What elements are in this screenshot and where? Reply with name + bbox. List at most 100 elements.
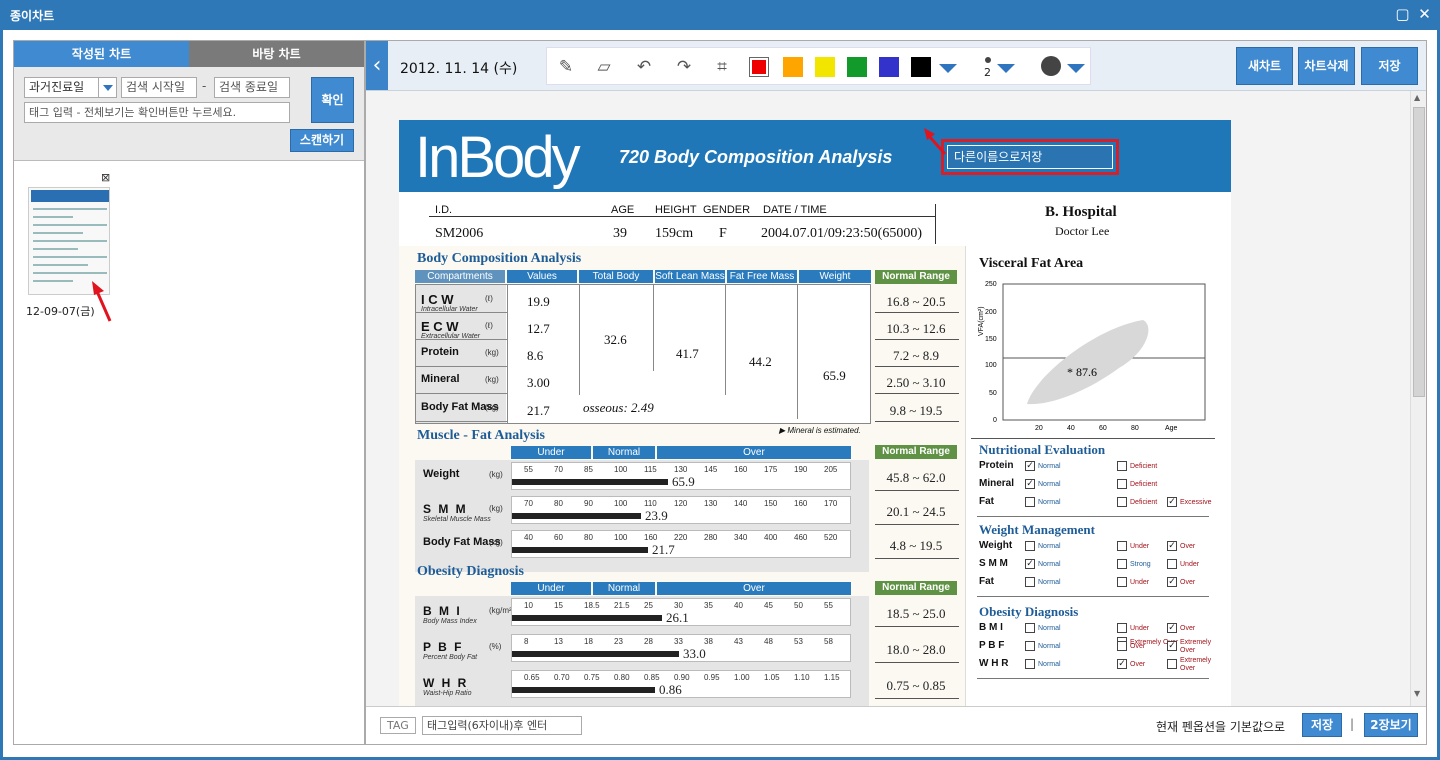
bca-row-unit: (ℓ) [485,321,493,330]
eval-checkbox[interactable] [1167,659,1177,669]
bar-scale-tick: 520 [824,533,838,542]
color-yellow-swatch[interactable] [815,57,835,77]
obesity-band-normal: Normal [593,582,655,595]
pen-icon[interactable]: ✎ [555,56,577,78]
bar-value: 23.9 [645,508,668,523]
eval-row-name: S M M [979,558,1008,569]
eval-checkbox[interactable] [1025,541,1035,551]
two-page-view-button[interactable]: 2장보기 [1364,713,1418,737]
eval-title: Weight Management [979,522,1095,537]
eval-checkbox[interactable]: ✓ [1167,623,1177,633]
bar-scale-tick: 205 [824,465,838,474]
eval-checkbox[interactable]: ✓ [1025,479,1035,489]
bar-scale-tick: 0.70 [554,673,570,682]
bar-row-name: W H R [423,676,469,690]
back-button[interactable]: ‹ [366,41,388,90]
color-green-swatch[interactable] [847,57,867,77]
bar-row-track: 70 80 90 100 110 120 130 140 150 160 170 23.9 [511,496,851,524]
date-type-select[interactable]: 과거진료일 [24,77,117,98]
eval-checkbox[interactable]: ✓ [1167,577,1177,587]
eval-checkbox[interactable] [1117,461,1127,471]
eval-checkbox[interactable]: ✓ [1167,641,1177,651]
thumbnail-close-icon[interactable]: ⊠ [101,171,110,184]
eval-checkbox[interactable] [1117,623,1127,633]
eval-checkbox[interactable] [1025,497,1035,507]
bca-divider [725,285,726,395]
search-start-date[interactable]: 검색 시작일 [121,77,197,98]
save-as-box[interactable]: 다른이름으로저장 [941,139,1119,175]
eval-checkbox[interactable] [1117,479,1127,489]
bar-scale-tick: 13 [554,637,563,646]
close-icon[interactable]: ✕ [1416,6,1433,23]
id-value: SM2006 [435,226,484,241]
confirm-button[interactable]: 확인 [311,77,354,123]
eval-checkbox[interactable] [1117,577,1127,587]
scroll-thumb[interactable] [1413,107,1425,397]
redo-icon[interactable]: ↷ [673,56,695,78]
thumbnail-date: 12-09-07(금) [26,305,95,318]
scroll-down-icon[interactable]: ▼ [1414,689,1420,698]
undo-icon[interactable]: ↶ [633,56,655,78]
eval-checkbox[interactable] [1025,641,1035,651]
eval-checkbox[interactable] [1025,659,1035,669]
vfa-divider [971,438,1215,439]
color-black-swatch[interactable] [911,57,931,77]
tag-input[interactable]: 태그입력(6자이내)후 엔터 [422,716,582,735]
eval-checkbox[interactable] [1025,623,1035,633]
bar-scale-tick: 1.00 [734,673,750,682]
window-title: 종이차트 [10,9,55,23]
tab-base-charts[interactable]: 바탕 차트 [189,41,364,67]
footer-save-button[interactable]: 저장 [1302,713,1342,737]
eval-checkbox[interactable] [1117,641,1127,651]
search-end-date[interactable]: 검색 종료일 [214,77,290,98]
chart-thumbnail[interactable] [28,187,110,295]
eval-checkbox[interactable]: ✓ [1167,541,1177,551]
pen-size-dropdown-icon[interactable] [1067,64,1085,73]
crop-icon[interactable]: ⌗ [711,56,733,78]
eval-checkbox[interactable] [1167,559,1177,569]
bar-scale-tick: 145 [704,465,718,474]
vertical-scrollbar[interactable]: ▲ ▼ [1410,91,1426,706]
delete-chart-button[interactable]: 차트삭제 [1298,47,1355,85]
eval-checkbox[interactable] [1025,577,1035,587]
color-orange-swatch[interactable] [783,57,803,77]
eval-option-label: Extremely Over [1180,657,1212,672]
arrow-pointer-icon [924,128,947,155]
eval-option-label: Extremely Over [1180,639,1212,654]
bar-scale-tick: 150 [764,499,778,508]
eval-option-label: Normal [1038,661,1061,668]
eval-checkbox[interactable] [1117,559,1127,569]
eraser-icon[interactable]: ▱ [593,56,615,78]
new-chart-button[interactable]: 새차트 [1236,47,1293,85]
color-blue-swatch[interactable] [879,57,899,77]
eval-checkbox[interactable]: ✓ [1025,559,1035,569]
chevron-down-icon[interactable] [98,78,116,97]
bca-divider [797,285,798,419]
bar-fill [512,687,655,693]
color-dropdown-icon[interactable] [939,64,957,73]
eval-row-name: Mineral [979,478,1015,489]
tag-label: TAG [380,717,416,734]
pen-size-icon [1041,56,1061,76]
tag-search-input[interactable]: 태그 입력 - 전체보기는 확인버튼만 누르세요. [24,102,290,123]
range-divider [875,698,959,699]
eval-checkbox[interactable]: ✓ [1025,461,1035,471]
eval-checkbox[interactable] [1117,497,1127,507]
scroll-up-icon[interactable]: ▲ [1414,93,1420,102]
eval-option-label: Normal [1038,561,1061,568]
bca-header-compartments: Compartments [415,270,505,283]
scan-button[interactable]: 스캔하기 [290,129,354,152]
eval-checkbox[interactable] [1117,541,1127,551]
eval-option-label: Deficient [1130,481,1158,488]
save-button[interactable]: 저장 [1361,47,1418,85]
bar-scale-tick: 80 [554,499,563,508]
maximize-icon[interactable]: ▢ [1394,6,1411,23]
line-width-dropdown-icon[interactable] [997,64,1015,73]
tab-written-charts[interactable]: 작성된 차트 [14,41,189,67]
bar-scale-tick: 110 [644,499,657,508]
eval-checkbox[interactable]: ✓ [1167,497,1177,507]
eval-option-label: Normal [1038,499,1061,506]
color-red-swatch[interactable] [749,57,769,77]
line-width-value: 2 [984,66,991,79]
eval-checkbox[interactable]: ✓ [1117,659,1127,669]
